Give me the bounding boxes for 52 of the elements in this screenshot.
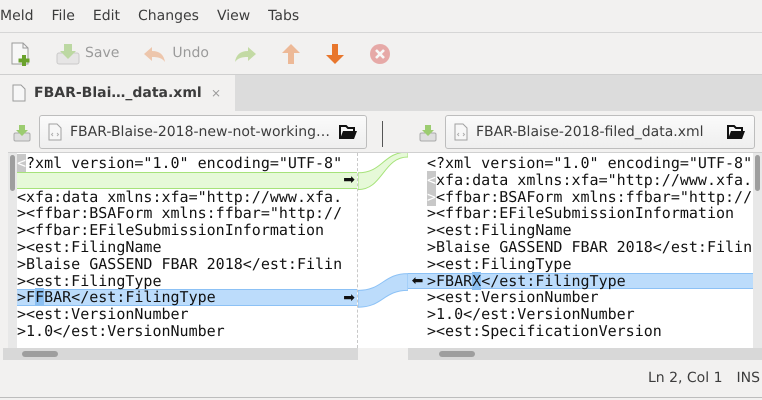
horizontal-scrollbar[interactable] [408,348,762,360]
code-line-text: >FFBAR</est:FilingType [17,288,216,306]
menu-item[interactable]: File [51,6,75,26]
code-line: >1.0</est:VersionNumber [427,305,635,324]
code-line: ><est:FilingName [427,221,572,240]
code-line: ><est:SpecificationVersion [427,322,662,340]
code-line: >Blaise GASSEND FBAR 2018</est:Filin [427,238,752,256]
code-line: ><est:VersionNumber [427,288,599,306]
code-line: <?xml version="1.0" encoding="UTF-8" [17,154,342,172]
cursor-position: Ln 2, Col 1 [648,369,722,388]
code-line: ><est:VersionNumber [17,305,189,324]
file-chooser[interactable]: FBAR-Blaise-2018-new-not-working… [39,115,368,149]
code-line: ><ffbar:EFileSubmissionInformation [17,221,324,240]
pull-change-arrow[interactable]: ⬅ [412,274,424,288]
save-icon [419,124,437,142]
menu-item[interactable]: Changes [138,6,199,26]
insert-mode: INS [736,369,760,388]
code-line-text: >FBARX</est:FilingType [427,272,626,290]
new-file-icon [10,42,32,66]
code-line: ><est:FilingType [17,272,162,290]
save-icon [13,124,31,142]
code-line: ><ffbar:BSAForm xmlns:ffbar="http:// [17,204,342,222]
code-line: <xfa:data xmlns:xfa="http://www.xfa. [17,188,342,206]
stop-icon [368,42,391,64]
push-change-arrow[interactable]: ➡ [343,290,355,305]
file-chooser[interactable]: FBAR-Blaise-2018-filed_data.xml [445,115,755,149]
horizontal-scrollbar[interactable] [3,348,358,360]
up-arrow-icon [280,42,301,64]
vertical-scrollbar[interactable] [8,153,17,348]
save-icon [56,42,80,64]
code-line: <xfa:data xmlns:xfa="http://www.xfa. [427,170,752,189]
open-folder-icon [338,122,358,141]
code-line: ><ffbar:EFileSubmissionInformation [427,204,734,222]
code-line: >Blaise GASSEND FBAR 2018</est:Filin [17,254,342,273]
menu-item[interactable]: Meld [0,6,34,26]
tab-title: FBAR-Blai…_data.xml [34,84,202,102]
down-arrow-icon [324,42,345,64]
document-icon [12,84,26,102]
code-line: ><est:FilingType [427,254,572,273]
push-change-arrow[interactable]: ➡ [343,173,355,188]
vertical-scrollbar[interactable] [753,153,762,348]
open-folder-icon [726,122,746,141]
file-icon [454,123,468,141]
code-line: <?xml version="1.0" encoding="UTF-8" [427,154,752,172]
file-icon [48,123,62,141]
menu-item[interactable]: Tabs [268,6,300,26]
code-line: ><ffbar:BSAForm xmlns:ffbar="http:// [427,188,752,206]
menu-item[interactable]: Edit [92,6,120,26]
code-line: >1.0</est:VersionNumber [17,322,225,340]
menu-item[interactable]: View [216,6,250,26]
code-line: ><est:FilingName [17,238,162,256]
document-tab[interactable]: FBAR-Blai…_data.xml × [0,75,235,111]
